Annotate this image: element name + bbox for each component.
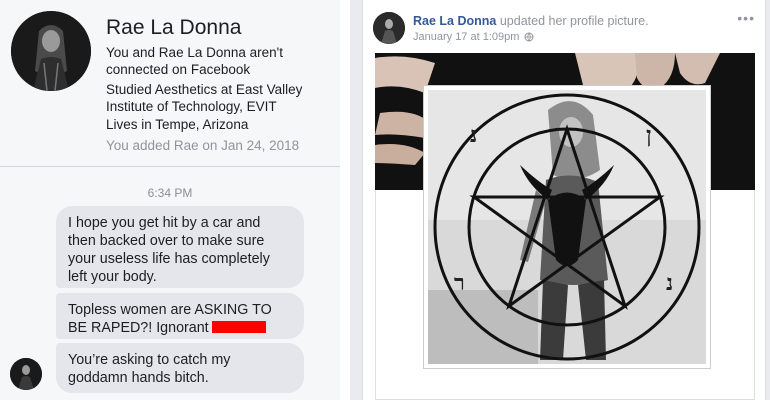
contact-name[interactable]: Rae La Donna [106,16,241,40]
post-timestamp[interactable]: January 17 at 1:09pm [413,31,534,45]
sender-avatar[interactable] [10,358,42,390]
post-author-name[interactable]: Rae La Donna [413,14,496,28]
more-options-icon[interactable]: ••• [737,10,755,26]
added-note: You added Rae on Jan 24, 2018 [106,138,300,153]
location-info: Lives in Tempe, Arizona [106,117,249,132]
post-author-avatar[interactable] [373,12,405,44]
education-info: Studied Aesthetics at East Valley Instit… [106,82,303,114]
messenger-conversation: Rae La Donna You and Rae La Donna aren't… [0,0,340,400]
contact-avatar[interactable] [11,11,91,91]
svg-text:נ: נ [666,270,673,296]
message-bubble[interactable]: I hope you get hit by a car and then bac… [56,206,304,288]
message-bubble[interactable]: Topless women are ASKING TO BE RAPED?! I… [56,293,304,339]
svg-text:נ: נ [470,122,477,148]
facebook-feed: Rae La Donna updated her profile picture… [350,0,770,400]
redaction-bar [211,321,266,333]
globe-icon [524,32,534,45]
profile-picture[interactable]: נ ן ר נ [424,86,710,368]
message-text: I hope you get hit by a car and then bac… [68,215,270,285]
contact-profile-header: Rae La Donna You and Rae La Donna aren't… [0,0,340,167]
message-timestamp: 6:34 PM [147,186,193,200]
message-bubble[interactable]: You’re asking to catch my goddamn hands … [56,343,304,393]
message-text: You’re asking to catch my goddamn hands … [68,352,231,386]
post-time-text: January 17 at 1:09pm [413,31,520,43]
post-card: Rae La Donna updated her profile picture… [362,0,766,400]
connection-note: You and Rae La Donna aren't connected on… [106,45,283,77]
svg-text:ר: ר [454,270,465,296]
post-header: Rae La Donna updated her profile picture… [413,14,649,28]
svg-text:ן: ן [646,122,652,148]
post-action: updated her profile picture. [499,14,649,28]
